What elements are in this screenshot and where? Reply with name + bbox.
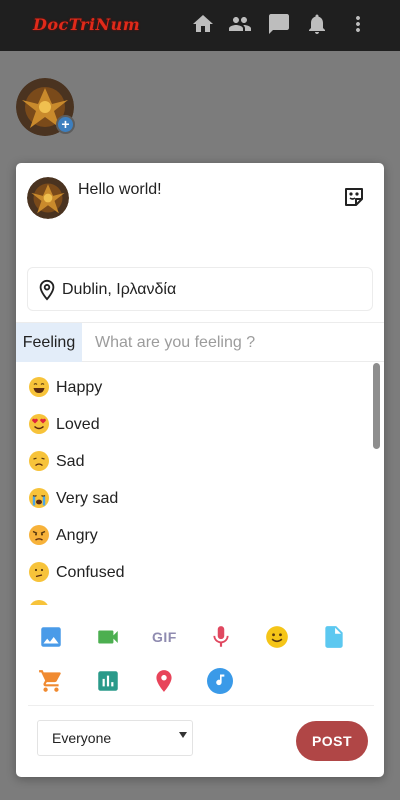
chat-icon[interactable] <box>267 12 291 36</box>
privacy-select[interactable]: Everyone <box>37 720 193 756</box>
feeling-item-label: Happy <box>56 379 103 396</box>
angry-emoji-icon <box>29 525 49 545</box>
chevron-down-icon <box>179 732 187 738</box>
post-button[interactable]: POST <box>296 721 368 761</box>
feeling-row: Feeling <box>16 322 384 362</box>
home-icon[interactable] <box>191 12 215 36</box>
very-sad-emoji-icon <box>29 488 49 508</box>
location-pin-icon[interactable] <box>151 668 177 694</box>
cart-icon[interactable] <box>38 668 64 694</box>
feeling-label: Feeling <box>16 323 82 362</box>
feeling-item-label: Angry <box>56 527 98 544</box>
microphone-icon[interactable] <box>208 624 234 650</box>
feeling-search-input[interactable] <box>82 323 384 362</box>
confused-emoji-icon <box>29 562 49 582</box>
post-composer-modal: Hello world! Dublin, Ιρλανδία Feeling Wh… <box>16 163 384 777</box>
notifications-icon[interactable] <box>305 12 329 36</box>
footer-divider <box>28 705 374 706</box>
loved-emoji-icon <box>29 414 49 434</box>
location-pin-icon <box>36 278 58 302</box>
gif-icon[interactable]: GIF <box>152 629 177 645</box>
top-bar: DocTriNum <box>0 0 400 51</box>
location-text: Dublin, Ιρλανδία <box>62 281 177 298</box>
location-field[interactable]: Dublin, Ιρλανδία <box>27 267 373 311</box>
feeling-item-label: Very sad <box>56 490 119 507</box>
image-icon[interactable] <box>38 624 64 650</box>
music-icon[interactable] <box>207 668 233 694</box>
feeling-item-label: Confused <box>56 564 125 581</box>
app-logo[interactable]: DocTriNum <box>33 15 140 34</box>
video-icon[interactable] <box>95 624 121 650</box>
feeling-item-label: Loved <box>56 416 100 433</box>
smiley-icon[interactable] <box>264 624 290 650</box>
partial-emoji-icon <box>30 600 48 605</box>
feeling-list-scrollbar[interactable] <box>373 363 380 449</box>
poll-icon[interactable] <box>95 668 121 694</box>
more-vert-icon[interactable] <box>346 12 370 36</box>
people-icon[interactable] <box>228 12 252 36</box>
feeling-item-label: Sad <box>56 453 85 470</box>
sad-emoji-icon <box>29 451 49 471</box>
post-text-input[interactable]: Hello world! <box>78 181 162 199</box>
privacy-value: Everyone <box>52 730 112 746</box>
user-avatar <box>27 177 69 219</box>
add-story-button[interactable]: + <box>56 115 75 134</box>
feeling-list: Happy Loved Sad Very sad Angry Confused <box>16 363 384 605</box>
happy-emoji-icon <box>29 377 49 397</box>
sticker-icon[interactable] <box>342 185 366 209</box>
file-icon[interactable] <box>321 624 347 650</box>
